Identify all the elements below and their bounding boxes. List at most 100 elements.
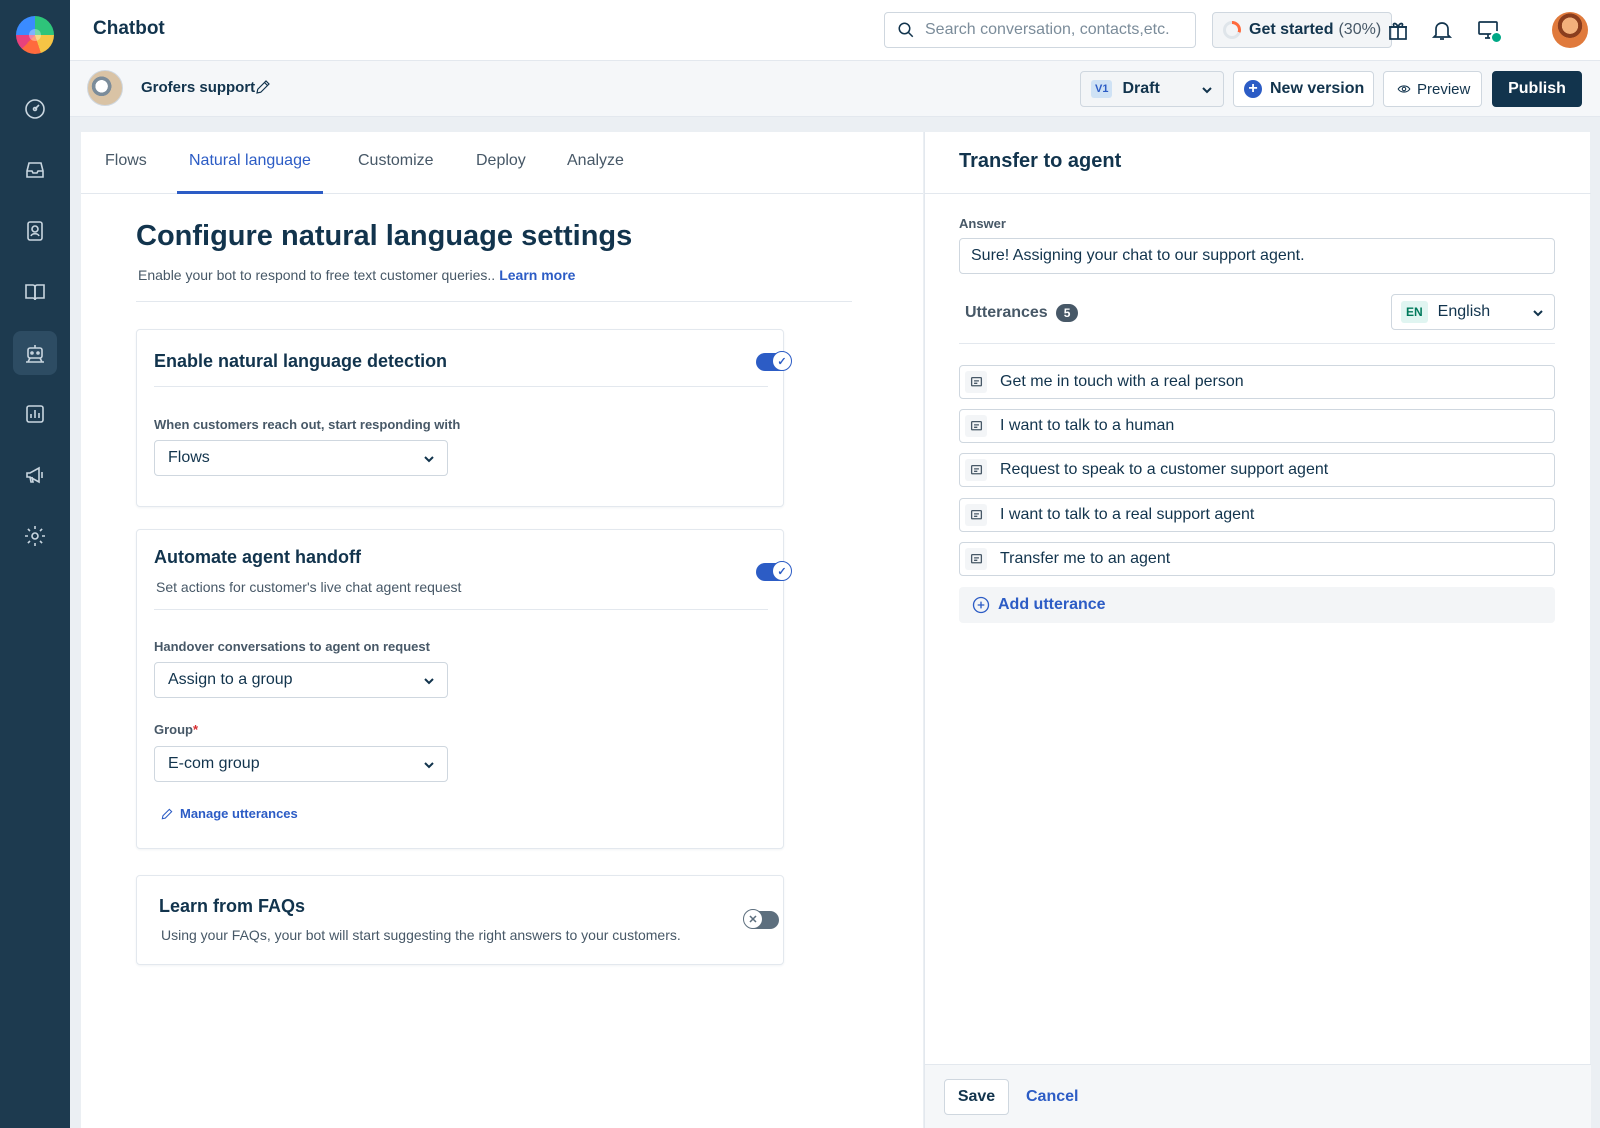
tab-customize[interactable]: Customize	[358, 152, 434, 170]
learn-faqs-toggle[interactable]: ✕	[743, 909, 779, 929]
intent-title: Transfer to agent	[959, 150, 1122, 172]
bot-icon	[26, 345, 44, 363]
check-icon: ✓	[772, 561, 792, 581]
tab-deploy[interactable]: Deploy	[476, 152, 526, 170]
responding-with-label: When customers reach out, start respondi…	[154, 417, 461, 432]
get-started-percent: (30%)	[1338, 21, 1382, 38]
user-avatar[interactable]	[1552, 12, 1588, 48]
responding-with-select[interactable]: Flows	[154, 440, 448, 476]
group-value: E-com group	[168, 755, 260, 772]
chevron-down-icon	[424, 456, 434, 463]
sidebar-item-contacts[interactable]	[13, 209, 57, 253]
cancel-button[interactable]: Cancel	[1026, 1088, 1078, 1106]
utterance-text: Request to speak to a customer support a…	[1000, 461, 1329, 478]
get-started-label: Get started	[1249, 21, 1334, 38]
campaigns-icon	[26, 466, 43, 484]
online-status-icon	[1490, 31, 1503, 44]
plus-circle-icon	[972, 596, 990, 614]
x-icon: ✕	[743, 909, 763, 929]
agent-handoff-title: Automate agent handoff	[154, 547, 361, 567]
manage-utterances-link[interactable]: Manage utterances	[160, 806, 298, 821]
message-icon	[965, 548, 987, 570]
chevron-down-icon	[1533, 310, 1543, 317]
get-started-button[interactable]: Get started (30%)	[1212, 12, 1392, 48]
language-name: English	[1437, 303, 1491, 320]
learn-faqs-title: Learn from FAQs	[159, 896, 306, 916]
active-tab-indicator	[177, 191, 323, 194]
version-status: Draft	[1122, 80, 1160, 97]
search-input[interactable]	[925, 21, 1195, 39]
search-icon	[898, 22, 914, 38]
divider	[925, 193, 1591, 194]
tab-analyze[interactable]: Analyze	[567, 152, 624, 170]
tab-bar: Flows Natural language Customize Deploy …	[81, 132, 923, 194]
preview-label: Preview	[1417, 80, 1471, 98]
sidebar-item-knowledge-base[interactable]	[13, 270, 57, 314]
tab-natural-language[interactable]: Natural language	[189, 152, 311, 170]
settings-panel: Flows Natural language Customize Deploy …	[81, 132, 923, 1128]
answer-input[interactable]	[959, 238, 1555, 274]
handover-label: Handover conversations to agent on reque…	[154, 639, 430, 654]
sidebar-item-bots[interactable]	[13, 331, 57, 375]
settings-icon	[25, 526, 45, 546]
utterances-header: Utterances 5	[965, 304, 1079, 322]
sidebar-item-inbox[interactable]	[13, 148, 57, 192]
group-label: Group*	[154, 722, 198, 737]
add-utterance-button[interactable]: Add utterance	[959, 587, 1555, 623]
pencil-icon	[161, 808, 173, 819]
utterance-row[interactable]: I want to talk to a real support agent	[959, 498, 1555, 532]
sidebar-item-dashboard[interactable]	[13, 87, 57, 131]
notifications-button[interactable]	[1428, 16, 1456, 44]
global-search[interactable]	[884, 12, 1196, 48]
language-select[interactable]: EN English	[1391, 294, 1555, 330]
divider	[154, 609, 768, 610]
app-title: Chatbot	[93, 18, 165, 39]
preview-button[interactable]: Preview	[1383, 71, 1482, 107]
add-utterance-label: Add utterance	[998, 596, 1106, 613]
sidebar-item-analytics[interactable]	[13, 392, 57, 436]
utterance-row[interactable]: I want to talk to a human	[959, 409, 1555, 443]
utterance-row[interactable]: Get me in touch with a real person	[959, 365, 1555, 399]
utterance-row[interactable]: Transfer me to an agent	[959, 542, 1555, 576]
intent-panel: Transfer to agent Answer Utterances 5 EN…	[924, 132, 1591, 1128]
version-dropdown[interactable]: V1 Draft	[1080, 71, 1224, 107]
divider	[959, 343, 1555, 344]
group-label-text: Group	[154, 722, 193, 737]
bell-icon	[1431, 22, 1453, 40]
manage-utterances-label: Manage utterances	[180, 806, 298, 821]
utterance-text: I want to talk to a real support agent	[1000, 506, 1255, 523]
check-icon: ✓	[772, 351, 792, 371]
divider	[154, 386, 768, 387]
agent-handoff-description: Set actions for customer's live chat age…	[156, 579, 462, 595]
agent-handoff-toggle[interactable]: ✓	[756, 561, 792, 581]
save-button[interactable]: Save	[944, 1079, 1009, 1115]
page-subtitle-text: Enable your bot to respond to free text …	[138, 267, 496, 283]
utterance-row[interactable]: Request to speak to a customer support a…	[959, 453, 1555, 487]
new-version-button[interactable]: + New version	[1233, 71, 1374, 107]
bot-header: Grofers support V1 Draft + New version P…	[70, 61, 1600, 117]
learn-faqs-description: Using your FAQs, your bot will start sug…	[161, 927, 681, 943]
handover-select[interactable]: Assign to a group	[154, 662, 448, 698]
freshworks-logo[interactable]	[16, 16, 54, 54]
knowledge-base-icon	[25, 284, 45, 301]
message-icon	[965, 371, 987, 393]
chevron-down-icon	[424, 762, 434, 769]
group-select[interactable]: E-com group	[154, 746, 448, 782]
utterances-label: Utterances	[965, 304, 1048, 321]
responding-with-value: Flows	[168, 449, 210, 466]
chevron-down-icon	[1202, 87, 1212, 94]
inbox-icon	[26, 162, 44, 178]
contacts-icon	[27, 221, 43, 241]
publish-button[interactable]: Publish	[1492, 71, 1582, 107]
learn-more-link[interactable]: Learn more	[499, 267, 575, 283]
tab-flows[interactable]: Flows	[105, 152, 147, 170]
sidebar-item-campaigns[interactable]	[13, 453, 57, 497]
gift-button[interactable]	[1384, 16, 1412, 44]
language-code-badge: EN	[1401, 301, 1428, 323]
sidebar-item-settings[interactable]	[13, 514, 57, 558]
nl-detection-toggle[interactable]: ✓	[756, 351, 792, 371]
sidebar	[0, 0, 70, 1128]
nl-detection-title: Enable natural language detection	[154, 351, 448, 371]
edit-name-icon[interactable]	[254, 78, 272, 96]
agent-status-button[interactable]	[1474, 16, 1503, 44]
